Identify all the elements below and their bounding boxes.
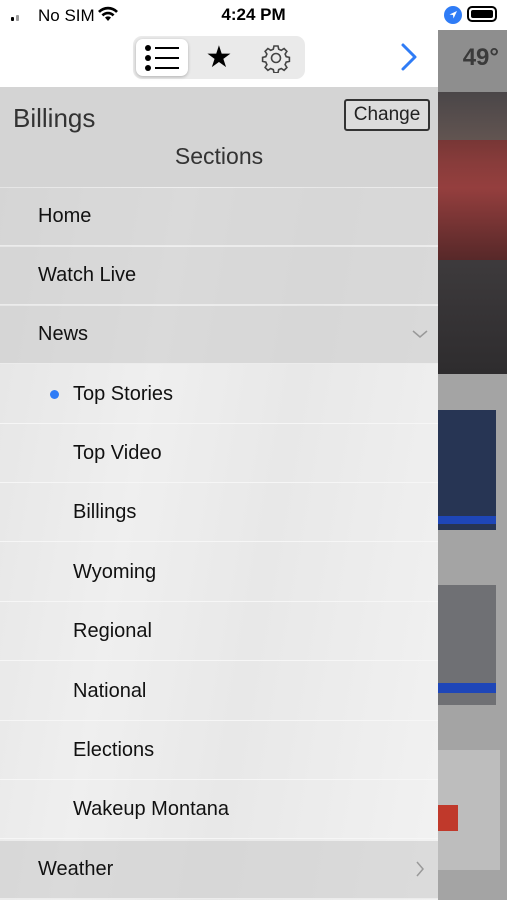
drawer-toolbar: ★ <box>0 30 438 87</box>
status-bar: No SIM 4:24 PM <box>0 0 507 30</box>
view-segmented-control: ★ <box>133 36 305 79</box>
subsection-national[interactable]: National <box>0 663 438 721</box>
section-label: News <box>38 323 89 345</box>
subsection-wyoming[interactable]: Wyoming <box>0 544 438 602</box>
change-market-button[interactable]: Change <box>344 99 430 131</box>
sections-list-button[interactable] <box>136 39 188 76</box>
favorites-button[interactable]: ★ <box>193 39 245 76</box>
subsection-regional[interactable]: Regional <box>0 603 438 661</box>
section-label: Home <box>38 205 92 227</box>
temperature[interactable]: 49° <box>463 44 499 72</box>
settings-button[interactable] <box>250 39 302 76</box>
section-label: Billings <box>73 501 137 523</box>
section-label: Wyoming <box>73 561 157 583</box>
section-label: Elections <box>73 739 155 761</box>
chevron-right-icon[interactable] <box>394 41 424 73</box>
location-icon <box>444 6 462 24</box>
section-label: Watch Live <box>38 264 137 286</box>
drawer-header: Billings Change Sections <box>0 87 438 187</box>
story-thumbnail[interactable] <box>438 410 496 530</box>
section-label: Regional <box>73 620 152 642</box>
section-home[interactable]: Home <box>0 188 438 246</box>
selected-indicator <box>50 390 59 399</box>
gear-icon <box>261 44 291 73</box>
story-thumbnail[interactable] <box>438 750 500 870</box>
section-label: Top Stories <box>73 383 174 405</box>
battery-icon <box>467 6 497 22</box>
section-label: Weather <box>38 858 114 880</box>
chevron-right-icon <box>416 861 424 877</box>
sections-drawer: Billings Change Sections Home Watch Live… <box>0 87 438 900</box>
hero-photo-car <box>438 140 507 260</box>
subsection-top-video[interactable]: Top Video <box>0 425 438 483</box>
section-news[interactable]: News <box>0 306 438 364</box>
section-weather[interactable]: Weather <box>0 841 438 899</box>
story-thumbnail[interactable] <box>438 585 496 705</box>
section-label: Top Video <box>73 442 162 464</box>
subsection-top-stories[interactable]: Top Stories <box>0 366 438 424</box>
subsection-wakeup-montana[interactable]: Wakeup Montana <box>0 781 438 839</box>
clock: 4:24 PM <box>221 5 286 24</box>
subsection-billings[interactable]: Billings <box>0 484 438 542</box>
sections-title: Sections <box>174 143 264 169</box>
chevron-down-icon <box>412 330 428 338</box>
list-icon <box>145 44 179 71</box>
market-name: Billings <box>13 103 96 133</box>
section-watch-live[interactable]: Watch Live <box>0 247 438 305</box>
section-label: Wakeup Montana <box>73 798 230 820</box>
subsection-elections[interactable]: Elections <box>0 722 438 780</box>
star-icon: ★ <box>205 40 233 74</box>
section-label: National <box>73 680 147 702</box>
